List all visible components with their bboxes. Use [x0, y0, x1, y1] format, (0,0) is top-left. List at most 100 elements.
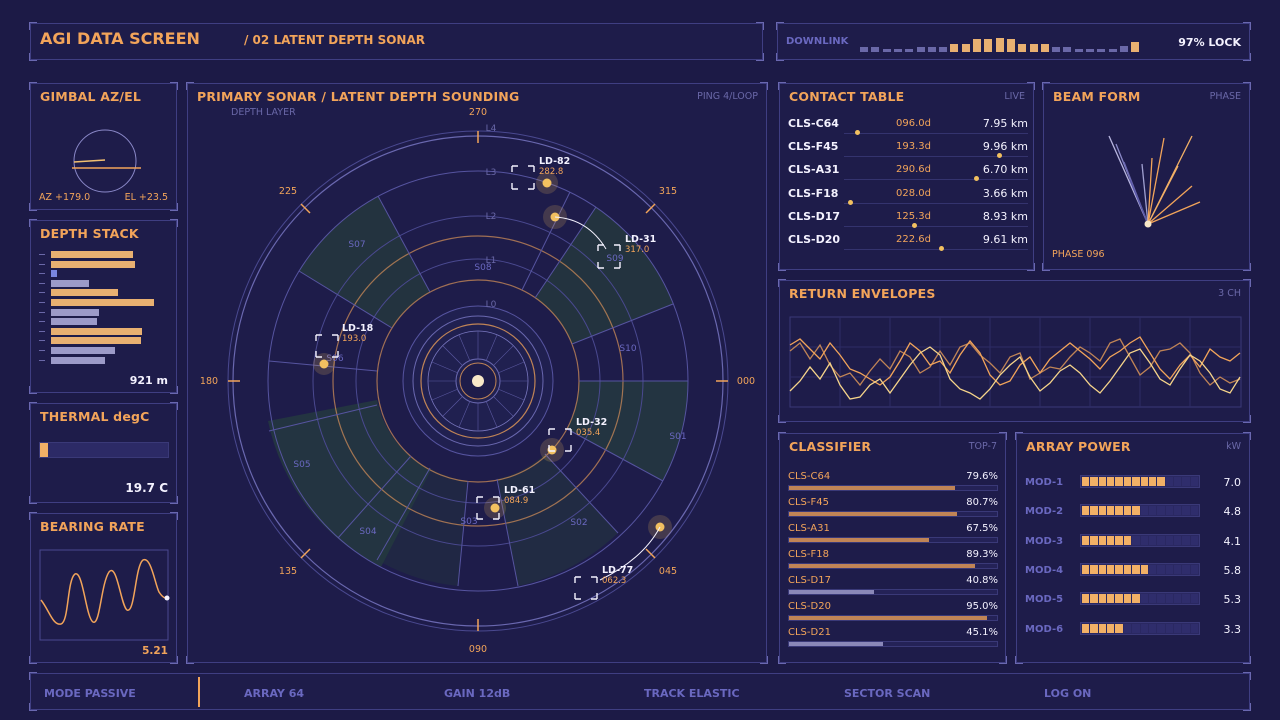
classifier-confidence: 79.6%: [966, 471, 998, 482]
contact-track-line: [844, 179, 1028, 181]
beam-form-panel: BEAM FORM PHASE PHASE 096: [1042, 82, 1251, 271]
downlink-signal-bars: [860, 36, 1140, 52]
panel-corner-bracket: [1015, 656, 1023, 664]
panel-corner-bracket: [29, 703, 37, 711]
contact-ld-61-brg: 084.9: [504, 496, 528, 506]
classifier-top-tag: TOP-7: [968, 441, 997, 452]
status-gain[interactable]: GAIN 12dB: [444, 687, 510, 700]
classifier-confidence-bar: [788, 641, 998, 647]
classifier-row[interactable]: CLS-F45 80.7%: [788, 497, 998, 523]
panel-corner-bracket: [29, 219, 37, 227]
power-segment: [1090, 506, 1098, 516]
contact-table-row[interactable]: CLS-F45 193.3d 9.96 km: [788, 140, 1028, 163]
contact-range: 3.66 km: [982, 186, 1028, 200]
panel-corner-bracket: [29, 203, 37, 211]
contact-track-line: [844, 249, 1028, 250]
contact-table-row[interactable]: CLS-D20 222.6d 9.61 km: [788, 233, 1028, 256]
depth-stack-bar: [51, 279, 89, 287]
classifier-class-name: CLS-F18: [788, 549, 829, 560]
power-segment: [1123, 477, 1132, 486]
contact-table-row[interactable]: CLS-F18 028.0d 3.66 km: [788, 187, 1028, 210]
depth-stack-bar: [51, 260, 135, 268]
power-segment: [1115, 506, 1123, 516]
classifier-row[interactable]: CLS-D20 95.0%: [788, 601, 998, 627]
power-segment: [1165, 477, 1173, 486]
power-segment: [1107, 564, 1115, 574]
downlink-bar: [1006, 39, 1015, 52]
contact-table-row[interactable]: CLS-C64 096.0d 7.95 km: [788, 117, 1028, 140]
status-array[interactable]: ARRAY 64: [244, 687, 304, 700]
power-segment: [1165, 623, 1173, 633]
status-mode[interactable]: MODE PASSIVE: [44, 687, 136, 700]
power-segment: [1190, 535, 1199, 545]
contact-ld-32-id: LD-32: [576, 417, 607, 428]
power-segment: [1090, 623, 1098, 633]
depth-stack-tick: [39, 340, 45, 342]
contact-range: 8.93 km: [982, 209, 1028, 223]
module-name: MOD-2: [1025, 506, 1064, 518]
panel-corner-bracket: [776, 22, 784, 30]
contact-ld-18[interactable]: LD-18 193.0: [313, 323, 374, 375]
power-segment: [1082, 535, 1090, 545]
status-log[interactable]: LOG ON: [1044, 687, 1091, 700]
bearing-label-315: 315: [659, 186, 677, 197]
downlink-bar: [1086, 49, 1094, 52]
contact-table-panel: CONTACT TABLE LIVE CLS-C64 096.0d 7.95 km C…: [778, 82, 1035, 271]
contact-table-row[interactable]: CLS-D17 125.3d 8.93 km: [788, 210, 1028, 233]
panel-corner-bracket: [186, 656, 194, 664]
panel-corner-bracket: [170, 512, 178, 520]
array-power-row: MOD-2 4.8: [1025, 504, 1241, 520]
power-segment: [1107, 623, 1115, 633]
power-segment: [1182, 564, 1190, 574]
panel-corner-bracket: [29, 656, 37, 664]
classifier-row[interactable]: CLS-F18 89.3%: [788, 549, 998, 575]
status-track[interactable]: TRACK ELASTIC: [644, 687, 740, 700]
depth-stack-tick: [39, 282, 45, 284]
classifier-confidence-bar: [788, 563, 998, 569]
depth-stack-tick: [39, 311, 45, 313]
classifier-row[interactable]: CLS-C64 79.6%: [788, 471, 998, 497]
power-segment: [1165, 564, 1173, 574]
power-segment: [1123, 623, 1132, 633]
depth-stack-row: [39, 270, 169, 278]
module-power-value: 5.3: [1223, 593, 1242, 607]
power-segment: [1082, 477, 1090, 486]
status-sector[interactable]: SECTOR SCAN: [844, 687, 930, 700]
sector-label-s07: S07: [348, 240, 365, 250]
downlink-bar: [984, 39, 993, 52]
contact-track-marker: [912, 222, 918, 228]
module-power-bar: [1080, 562, 1200, 576]
panel-corner-bracket: [1243, 279, 1251, 287]
power-segment: [1157, 506, 1165, 516]
return-envelopes-plot: [789, 316, 1242, 408]
header-bar: AGI DATA SCREEN / 02 LATENT DEPTH SONAR: [29, 22, 764, 61]
gimbal-panel: GIMBAL AZ/EL AZ +179.0 EL +23.5: [29, 82, 178, 211]
downlink-bar: [882, 49, 891, 52]
sonar-scope: 270 315 000 045 090 135 180 225 L0 L1 L2…: [200, 107, 755, 655]
power-segment: [1115, 623, 1123, 633]
contact-bearing: 290.6d: [896, 164, 931, 176]
contact-id: CLS-F45: [788, 140, 839, 154]
depth-stack-tick: [39, 263, 45, 265]
classifier-row[interactable]: CLS-D21 45.1%: [788, 627, 998, 653]
downlink-bar: [1052, 47, 1061, 52]
classifier-row[interactable]: CLS-D17 40.8%: [788, 575, 998, 601]
contact-table-row[interactable]: CLS-A31 290.6d 6.70 km: [788, 163, 1028, 186]
downlink-bar: [1018, 44, 1027, 52]
panel-corner-bracket: [999, 656, 1007, 664]
downlink-bar: DOWNLINK 97% LOCK: [776, 22, 1251, 61]
power-segment: [1173, 623, 1182, 633]
depth-stack-tick: [39, 302, 45, 303]
panel-corner-bracket: [29, 402, 37, 410]
contact-ld-82-brg: 282.8: [539, 167, 563, 177]
power-segment: [1132, 594, 1140, 604]
classifier-row[interactable]: CLS-A31 67.5%: [788, 523, 998, 549]
contact-bearing: 096.0d: [896, 118, 931, 129]
sonar-panel: PRIMARY SONAR / LATENT DEPTH SOUNDING PI…: [186, 82, 768, 664]
depth-stack-row: [39, 251, 169, 258]
downlink-bar: [973, 39, 981, 52]
power-segment: [1123, 564, 1132, 574]
panel-corner-bracket: [1243, 672, 1251, 680]
array-power-panel: ARRAY POWER kW MOD-1 7.0 MOD-2 4.8 MOD-3 4.1 M…: [1015, 432, 1251, 664]
thermal-value: 19.7 C: [125, 481, 168, 495]
